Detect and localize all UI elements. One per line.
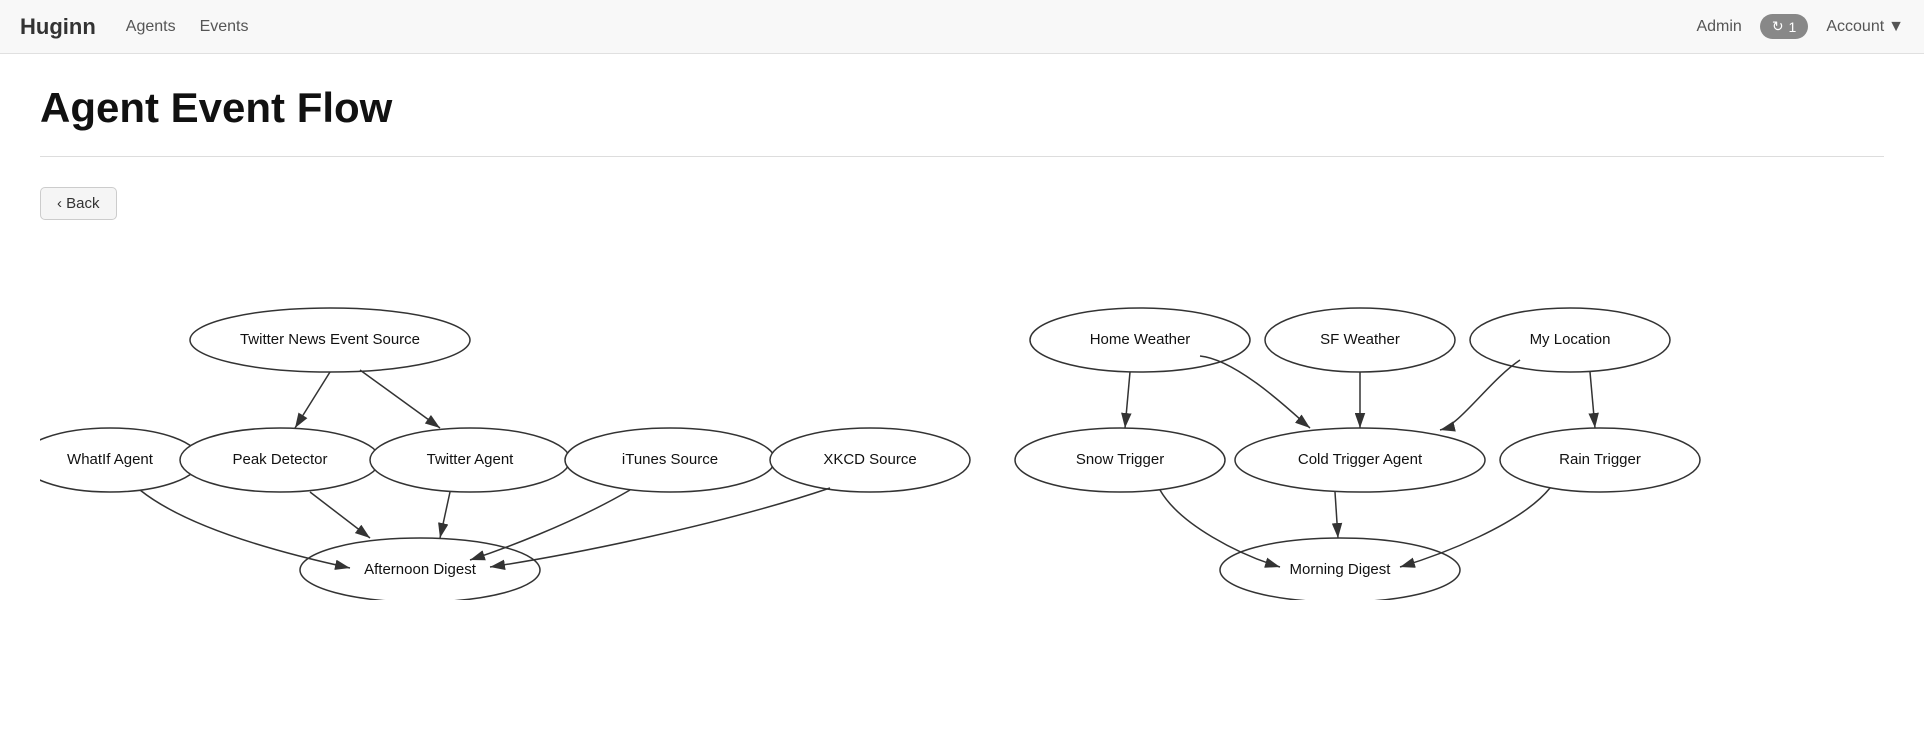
brand-link[interactable]: Huginn xyxy=(20,14,96,40)
node-twitter-agent[interactable]: Twitter Agent xyxy=(370,428,570,492)
agents-link[interactable]: Agents xyxy=(126,18,176,36)
node-xkcd-source[interactable]: XKCD Source xyxy=(770,428,970,492)
node-sf-weather[interactable]: SF Weather xyxy=(1265,308,1455,372)
node-xkcd-source-label: XKCD Source xyxy=(823,451,916,468)
node-my-location[interactable]: My Location xyxy=(1470,308,1670,372)
node-morning-digest[interactable]: Morning Digest xyxy=(1220,538,1460,600)
node-itunes-source[interactable]: iTunes Source xyxy=(565,428,775,492)
node-snow-trigger-label: Snow Trigger xyxy=(1076,451,1164,468)
node-itunes-source-label: iTunes Source xyxy=(622,451,718,468)
account-label: Account xyxy=(1826,18,1884,36)
refresh-badge[interactable]: ↻ 1 xyxy=(1760,14,1809,39)
node-twitter-agent-label: Twitter Agent xyxy=(427,451,515,468)
node-home-weather[interactable]: Home Weather xyxy=(1030,308,1250,372)
edge-twitterNews-peakDetector xyxy=(295,372,330,428)
badge-count: 1 xyxy=(1789,19,1797,35)
node-twitter-news-label: Twitter News Event Source xyxy=(240,331,420,348)
edge-xkcd-afternoon xyxy=(490,488,830,567)
node-morning-digest-label: Morning Digest xyxy=(1290,561,1392,578)
page-title: Agent Event Flow xyxy=(40,84,1884,132)
node-afternoon-digest-label: Afternoon Digest xyxy=(364,561,477,578)
admin-label: Admin xyxy=(1696,18,1741,36)
node-peak-detector-label: Peak Detector xyxy=(232,451,327,468)
node-sf-weather-label: SF Weather xyxy=(1320,331,1400,348)
node-rain-trigger-label: Rain Trigger xyxy=(1559,451,1641,468)
flow-diagram-container: Twitter News Event Source WhatIf Agent P… xyxy=(40,260,1884,600)
edge-peakDetector-afternoon xyxy=(310,492,370,538)
node-home-weather-label: Home Weather xyxy=(1090,331,1191,348)
edge-coldTrigger-morningDigest xyxy=(1335,492,1338,538)
account-menu[interactable]: Account ▼ xyxy=(1826,18,1904,36)
events-link[interactable]: Events xyxy=(200,18,249,36)
edge-homeWeather-coldTrigger xyxy=(1200,356,1310,428)
node-whatif-label: WhatIf Agent xyxy=(67,451,154,468)
divider xyxy=(40,156,1884,157)
edge-twitterNews-twitterAgent xyxy=(360,370,440,428)
back-button[interactable]: ‹ Back xyxy=(40,187,117,220)
refresh-icon: ↻ xyxy=(1772,18,1784,35)
main-content: Agent Event Flow ‹ Back Twitter News Eve… xyxy=(0,54,1924,630)
edge-myLocation-rainTrigger xyxy=(1590,372,1595,428)
node-snow-trigger[interactable]: Snow Trigger xyxy=(1015,428,1225,492)
account-dropdown-icon: ▼ xyxy=(1888,18,1904,36)
navbar-right: Admin ↻ 1 Account ▼ xyxy=(1696,14,1904,39)
edge-homeWeather-snowTrigger xyxy=(1125,372,1130,428)
node-peak-detector[interactable]: Peak Detector xyxy=(180,428,380,492)
node-cold-trigger[interactable]: Cold Trigger Agent xyxy=(1235,428,1485,492)
node-cold-trigger-label: Cold Trigger Agent xyxy=(1298,451,1423,468)
node-twitter-news[interactable]: Twitter News Event Source xyxy=(190,308,470,372)
node-rain-trigger[interactable]: Rain Trigger xyxy=(1500,428,1700,492)
navbar: Huginn Agents Events Admin ↻ 1 Account ▼ xyxy=(0,0,1924,54)
flow-diagram: Twitter News Event Source WhatIf Agent P… xyxy=(40,260,1880,600)
node-my-location-label: My Location xyxy=(1530,331,1611,348)
edge-twitterAgent-afternoon xyxy=(440,492,450,538)
edge-myLocation-coldTrigger xyxy=(1440,360,1520,430)
node-whatif[interactable]: WhatIf Agent xyxy=(40,428,200,492)
